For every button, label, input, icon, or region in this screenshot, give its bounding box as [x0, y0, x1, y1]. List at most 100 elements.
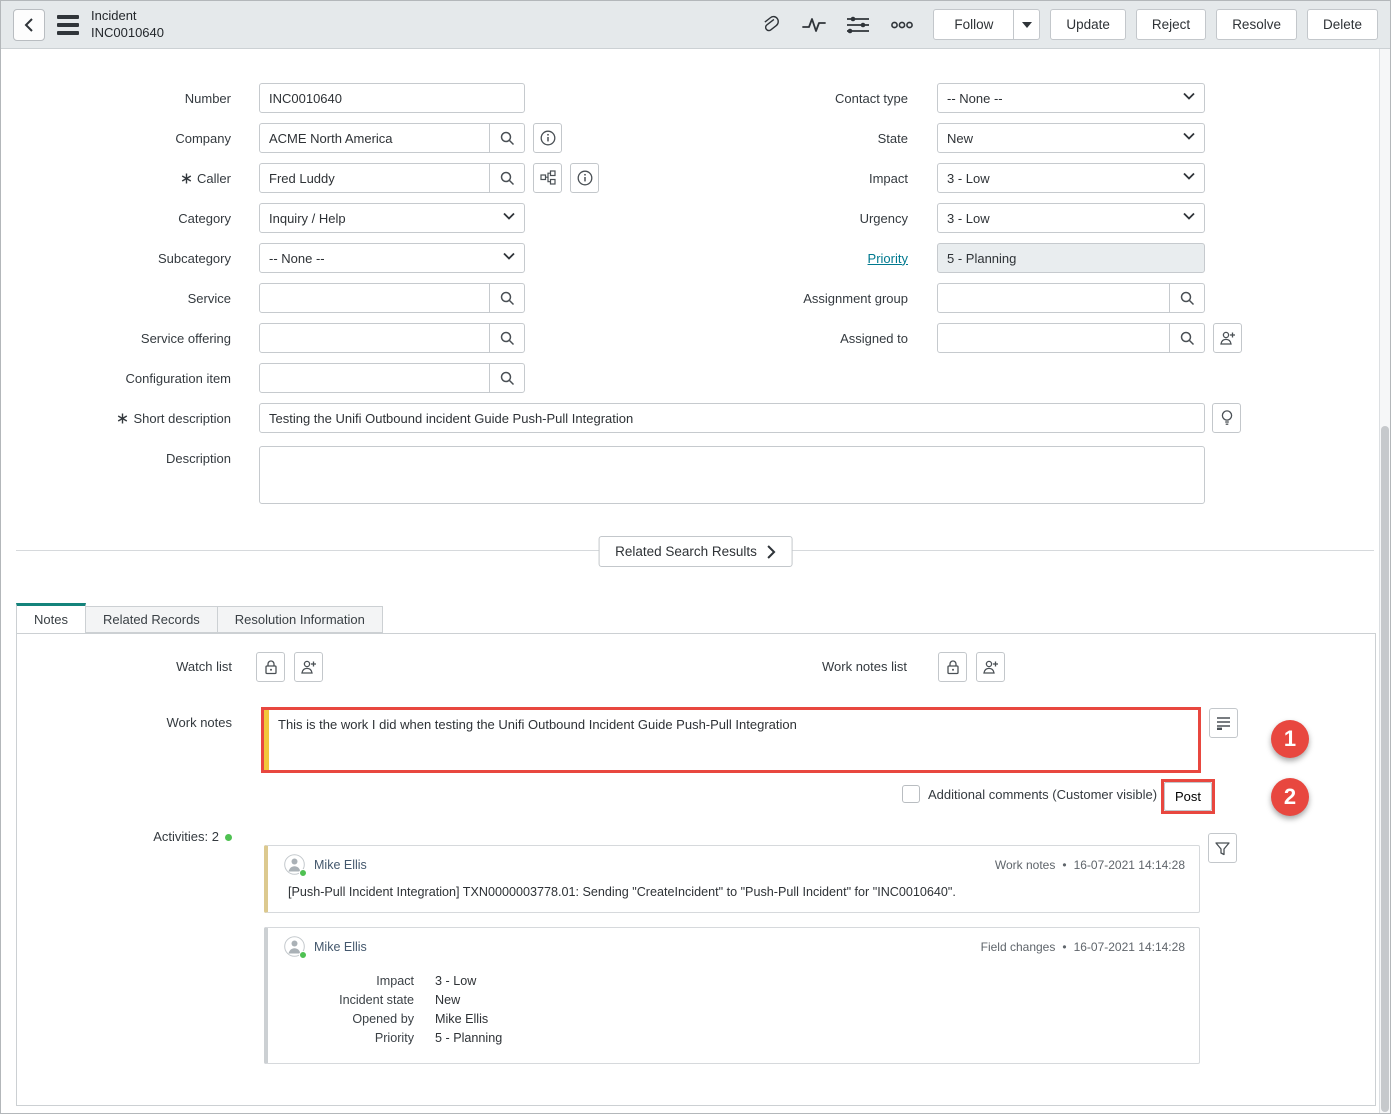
delete-button[interactable]: Delete [1307, 9, 1378, 40]
tab-resolution-information[interactable]: Resolution Information [217, 606, 383, 633]
live-indicator-dot [225, 834, 232, 841]
tab-related-records[interactable]: Related Records [86, 606, 217, 633]
suggestion-button[interactable] [1212, 403, 1241, 433]
company-input[interactable] [260, 124, 489, 152]
work-notes-textarea[interactable]: This is the work I did when testing the … [269, 710, 1198, 770]
attachment-icon[interactable] [757, 12, 783, 38]
field-change-label: Opened by [284, 1012, 414, 1026]
urgency-select[interactable]: 3 - Low [938, 204, 1204, 232]
post-annotation-box: Post [1161, 779, 1215, 814]
caller-label: Caller [1, 171, 231, 186]
back-button[interactable] [13, 9, 45, 41]
record-title: Incident INC0010640 [91, 8, 164, 41]
activity-author: Mike Ellis [314, 940, 367, 954]
follow-dropdown-button[interactable] [1014, 9, 1040, 40]
company-preview-button[interactable] [533, 123, 562, 153]
short-description-label: Short description [1, 411, 231, 426]
service-input[interactable] [260, 284, 489, 312]
section-tabs: Notes Related Records Resolution Informa… [16, 603, 383, 634]
meta-separator: • [1062, 940, 1066, 954]
resolve-button[interactable]: Resolve [1216, 9, 1297, 40]
subcategory-select[interactable]: -- None -- [260, 244, 524, 272]
caller-input[interactable] [260, 164, 489, 192]
service-offering-input[interactable] [260, 324, 489, 352]
field-change-row: Opened byMike Ellis [284, 1009, 1185, 1028]
configuration-item-lookup-button[interactable] [489, 364, 524, 392]
caller-preview-button[interactable] [570, 163, 599, 193]
search-icon [500, 291, 515, 306]
work-notes-list-add-button[interactable] [976, 652, 1005, 682]
related-search-results-button[interactable]: Related Search Results [598, 536, 793, 567]
person-plus-icon [300, 659, 317, 675]
toggle-activity-display-button[interactable] [1209, 708, 1238, 738]
reject-button[interactable]: Reject [1136, 9, 1206, 40]
watch-list-label: Watch list [17, 659, 232, 674]
lock-icon [946, 659, 960, 675]
state-select[interactable]: New [938, 124, 1204, 152]
priority-link[interactable]: Priority [868, 251, 908, 266]
search-icon [1180, 331, 1195, 346]
service-offering-lookup-button[interactable] [489, 324, 524, 352]
company-lookup-button[interactable] [489, 124, 524, 152]
assigned-to-input[interactable] [938, 324, 1169, 352]
post-button[interactable]: Post [1164, 782, 1212, 811]
additional-comments-checkbox[interactable] [902, 785, 920, 803]
subcategory-row: Subcategory -- None -- [1, 243, 641, 273]
watch-list-lock-button[interactable] [256, 652, 285, 682]
caller-related-records-button[interactable] [533, 163, 562, 193]
work-notes-list-lock-button[interactable] [938, 652, 967, 682]
assign-to-me-button[interactable] [1213, 323, 1242, 353]
scrollbar-thumb[interactable] [1381, 426, 1389, 1112]
update-button[interactable]: Update [1050, 9, 1126, 40]
avatar [284, 936, 305, 957]
more-options-icon[interactable] [889, 12, 915, 38]
number-label: Number [1, 91, 231, 106]
field-change-label: Impact [284, 974, 414, 988]
impact-select[interactable]: 3 - Low [938, 164, 1204, 192]
activity-entry: Mike Ellis Work notes • 16-07-2021 14:14… [264, 845, 1200, 913]
field-change-value: New [435, 993, 460, 1007]
number-input[interactable] [260, 84, 524, 112]
form-right-column: Contact type -- None -- State New Impact… [641, 83, 1391, 363]
chevron-left-icon [23, 18, 35, 32]
assignment-group-input[interactable] [938, 284, 1169, 312]
category-select[interactable]: Inquiry / Help [260, 204, 524, 232]
tab-notes[interactable]: Notes [16, 603, 86, 634]
personalize-form-icon[interactable] [845, 12, 871, 38]
watch-list-add-button[interactable] [294, 652, 323, 682]
annotation-step-2: 2 [1271, 778, 1309, 816]
follow-button[interactable]: Follow [933, 9, 1014, 40]
description-label: Description [1, 451, 231, 466]
caller-lookup-button[interactable] [489, 164, 524, 192]
chevron-right-icon [767, 545, 776, 559]
service-label: Service [1, 291, 231, 306]
header-bar: Incident INC0010640 Follow [1, 1, 1390, 49]
activity-filter-button[interactable] [1208, 833, 1237, 863]
annotation-step-1: 1 [1271, 720, 1309, 758]
activity-author: Mike Ellis [314, 858, 367, 872]
person-plus-icon [982, 659, 999, 675]
assignment-group-lookup-button[interactable] [1169, 284, 1204, 312]
assigned-to-lookup-button[interactable] [1169, 324, 1204, 352]
subcategory-label: Subcategory [1, 251, 231, 266]
context-menu-icon[interactable] [57, 15, 79, 35]
lock-icon [264, 659, 278, 675]
configuration-item-label: Configuration item [1, 371, 231, 386]
contact-type-select[interactable]: -- None -- [938, 84, 1204, 112]
info-icon [577, 170, 593, 186]
required-icon [117, 413, 128, 424]
caret-down-icon [1022, 22, 1032, 28]
description-textarea[interactable] [259, 446, 1205, 504]
configuration-item-input[interactable] [260, 364, 489, 392]
company-row: Company [1, 123, 641, 153]
activities-count-label: Activities: 2 [17, 829, 232, 844]
work-notes-label: Work notes [17, 715, 232, 730]
search-icon [500, 171, 515, 186]
activity-stream-icon[interactable] [801, 12, 827, 38]
service-lookup-button[interactable] [489, 284, 524, 312]
assignment-group-label: Assignment group [641, 291, 908, 306]
activity-type: Field changes [981, 940, 1056, 954]
work-notes-annotation-box: This is the work I did when testing the … [261, 707, 1201, 773]
short-description-input[interactable] [260, 404, 1204, 432]
urgency-row: Urgency 3 - Low [641, 203, 1391, 233]
